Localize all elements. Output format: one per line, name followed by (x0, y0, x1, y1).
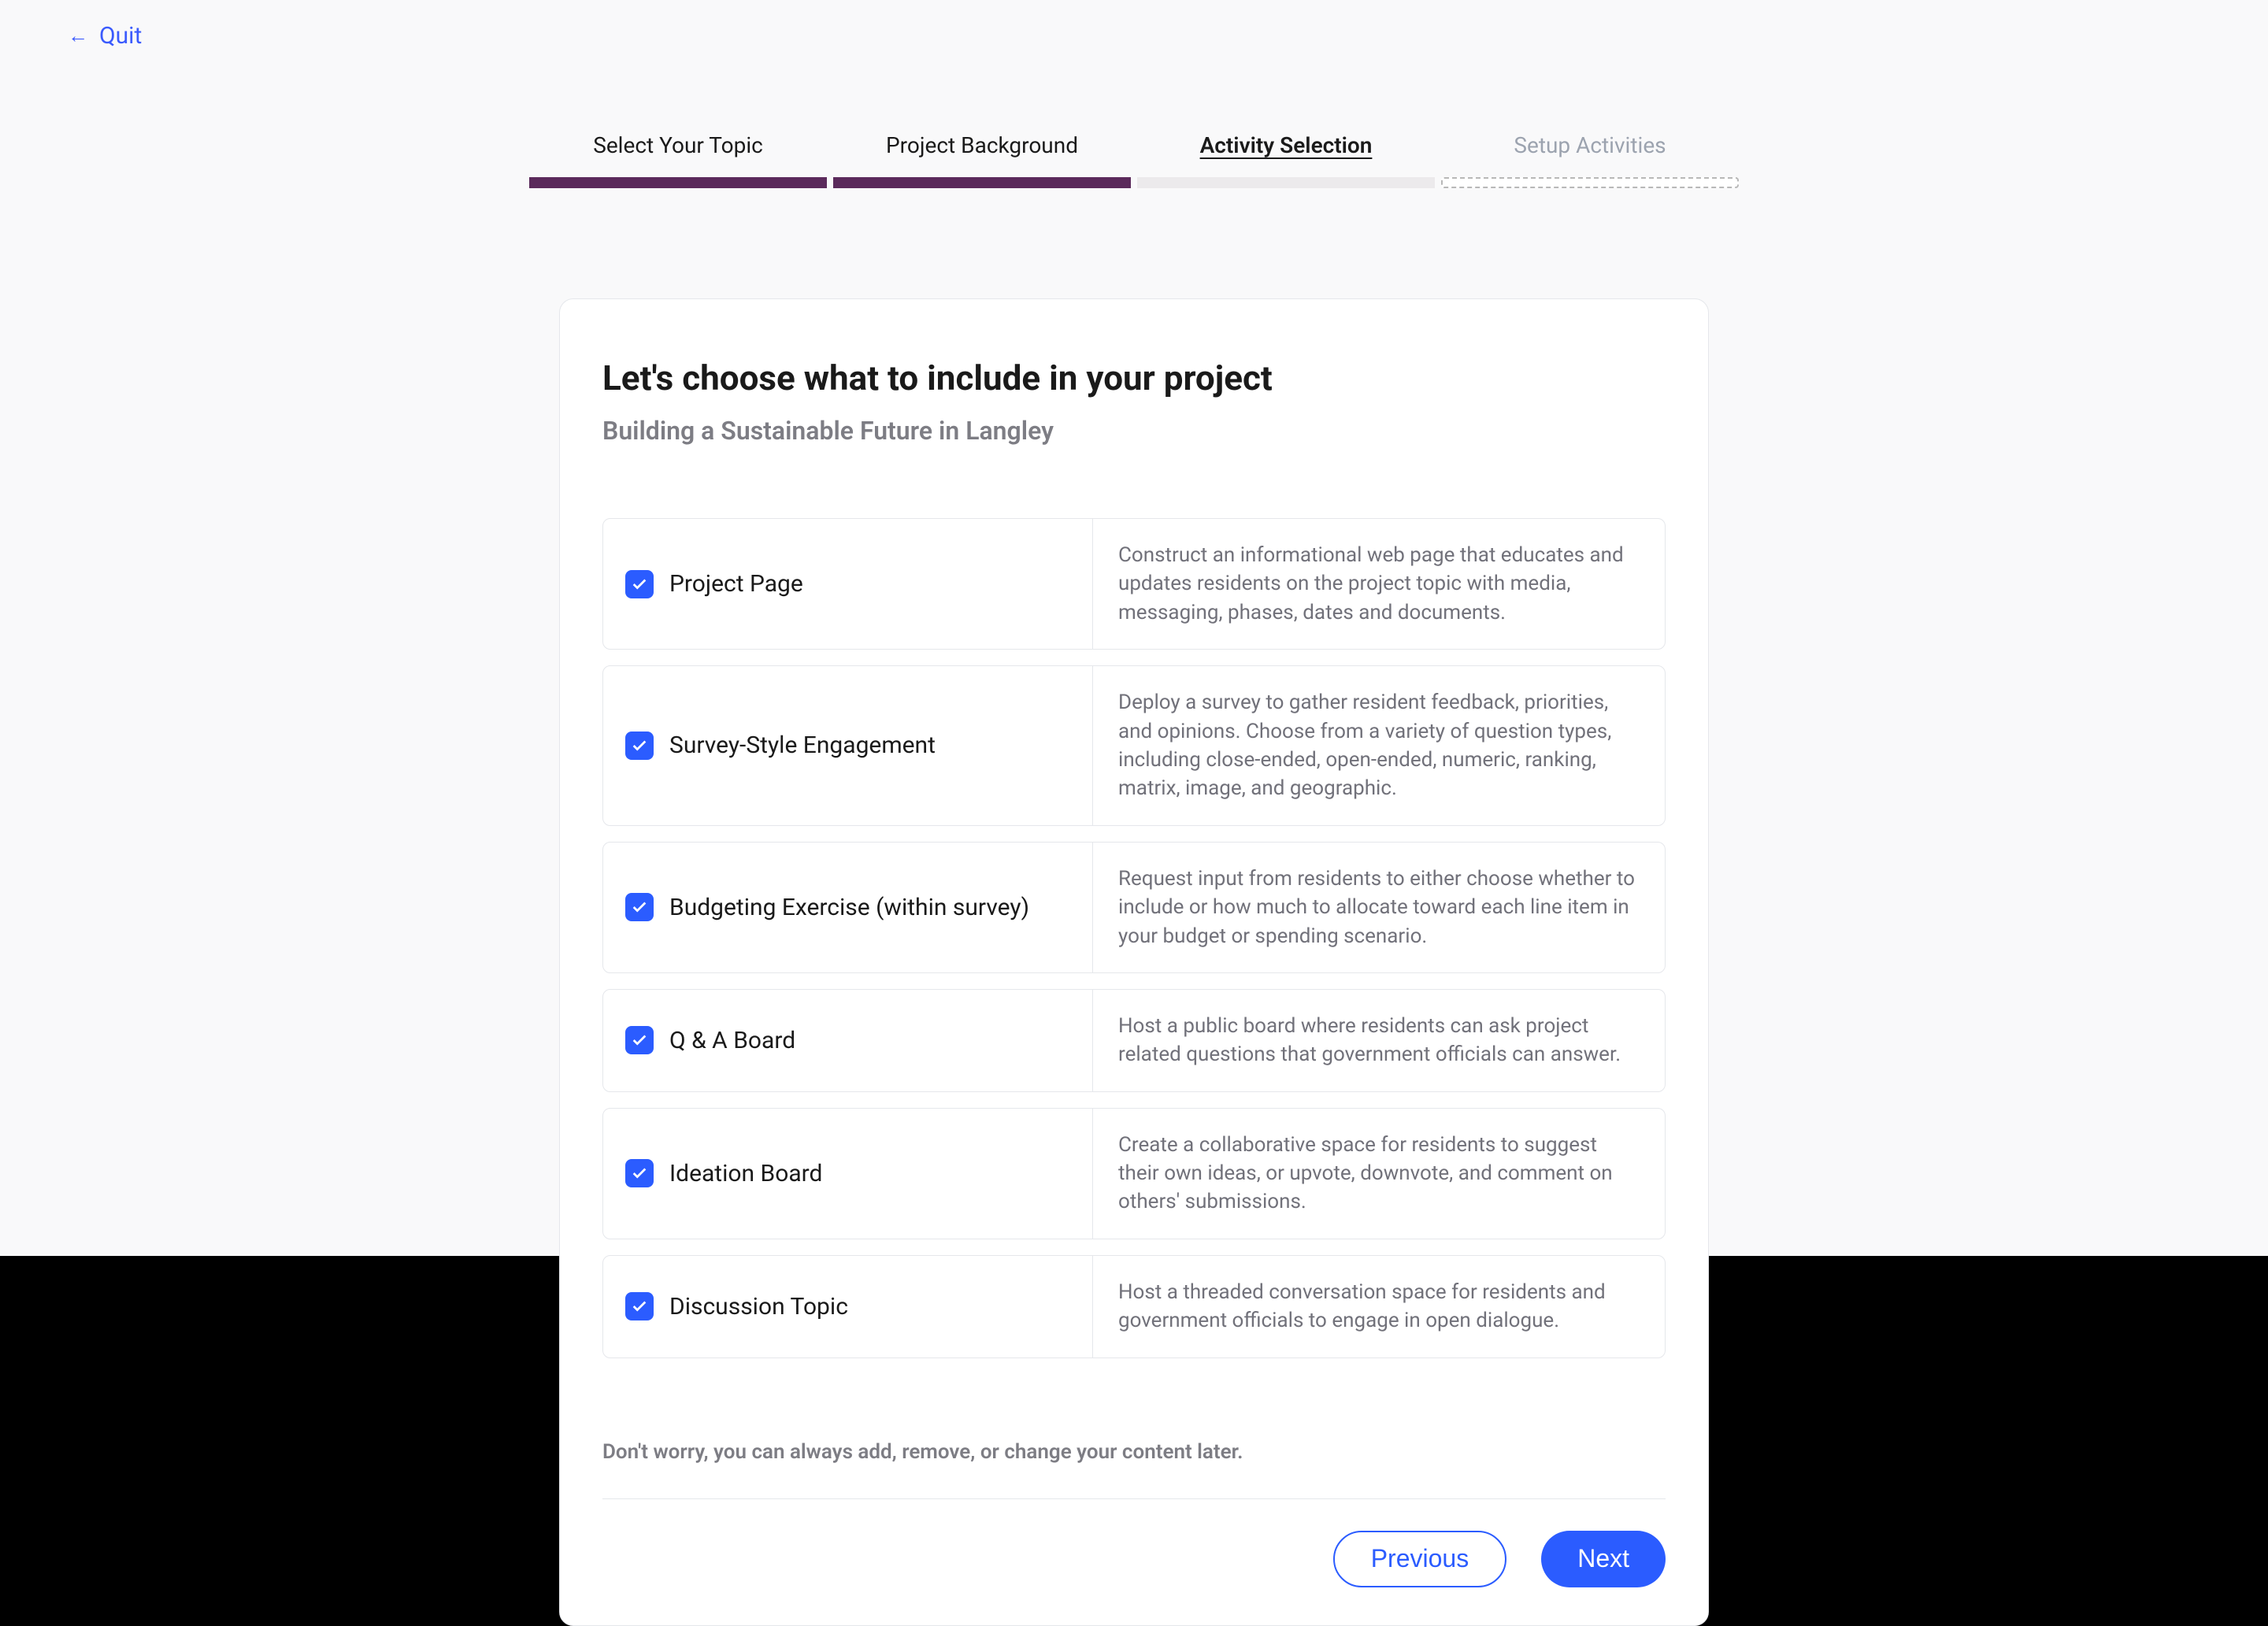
checkbox-ideation-board[interactable] (625, 1159, 654, 1187)
check-icon (631, 1165, 648, 1182)
option-description: Deploy a survey to gather resident feedb… (1118, 688, 1640, 803)
option-description: Request input from residents to either c… (1118, 865, 1640, 950)
step-progress-bar (529, 177, 827, 188)
option-description: Construct an informational web page that… (1118, 541, 1640, 627)
step-progress-bar (833, 177, 1131, 188)
option-label: Q & A Board (669, 1027, 795, 1054)
activity-selection-card: Let's choose what to include in your pro… (559, 298, 1709, 1626)
option-label: Project Page (669, 570, 803, 598)
option-label: Discussion Topic (669, 1293, 848, 1320)
option-project-page: Project Page Construct an informational … (602, 518, 1666, 650)
stepper: Select Your Topic Project Background Act… (0, 0, 2268, 188)
step-progress-bar (1441, 177, 1739, 188)
step-label: Setup Activities (1514, 132, 1666, 161)
step-progress-bar (1137, 177, 1435, 188)
quit-link[interactable]: ← Quit (68, 22, 142, 50)
option-description: Create a collaborative space for residen… (1118, 1131, 1640, 1217)
checkbox-qa-board[interactable] (625, 1026, 654, 1054)
arrow-left-icon: ← (68, 26, 88, 46)
option-budgeting-exercise: Budgeting Exercise (within survey) Reque… (602, 842, 1666, 973)
helper-text: Don't worry, you can always add, remove,… (602, 1440, 1666, 1464)
step-label: Project Background (886, 132, 1078, 161)
check-icon (631, 1298, 648, 1315)
option-label: Ideation Board (669, 1160, 822, 1187)
page-title: Let's choose what to include in your pro… (602, 357, 1666, 398)
option-description: Host a public board where residents can … (1118, 1012, 1640, 1069)
option-qa-board: Q & A Board Host a public board where re… (602, 989, 1666, 1092)
quit-label: Quit (99, 22, 142, 50)
step-select-topic[interactable]: Select Your Topic (529, 132, 827, 188)
next-button-label: Next (1577, 1544, 1629, 1573)
divider (602, 1498, 1666, 1499)
project-name-subtitle: Building a Sustainable Future in Langley (602, 416, 1666, 446)
checkbox-survey-engagement[interactable] (625, 732, 654, 760)
step-activity-selection[interactable]: Activity Selection (1137, 132, 1435, 188)
step-setup-activities: Setup Activities (1441, 132, 1739, 188)
options-list: Project Page Construct an informational … (602, 518, 1666, 1358)
option-label: Budgeting Exercise (within survey) (669, 894, 1029, 921)
option-ideation-board: Ideation Board Create a collaborative sp… (602, 1108, 1666, 1239)
step-label: Activity Selection (1200, 132, 1373, 161)
option-label: Survey-Style Engagement (669, 732, 936, 759)
previous-button-label: Previous (1371, 1544, 1469, 1573)
step-label: Select Your Topic (593, 132, 763, 161)
checkbox-budgeting-exercise[interactable] (625, 893, 654, 921)
card-actions: Previous Next (602, 1531, 1666, 1587)
next-button[interactable]: Next (1541, 1531, 1666, 1587)
check-icon (631, 898, 648, 916)
option-survey-engagement: Survey-Style Engagement Deploy a survey … (602, 665, 1666, 826)
option-description: Host a threaded conversation space for r… (1118, 1278, 1640, 1335)
checkbox-discussion-topic[interactable] (625, 1292, 654, 1320)
check-icon (631, 1032, 648, 1049)
check-icon (631, 737, 648, 754)
check-icon (631, 576, 648, 593)
option-discussion-topic: Discussion Topic Host a threaded convers… (602, 1255, 1666, 1358)
previous-button[interactable]: Previous (1333, 1531, 1507, 1587)
checkbox-project-page[interactable] (625, 570, 654, 598)
step-project-background[interactable]: Project Background (833, 132, 1131, 188)
